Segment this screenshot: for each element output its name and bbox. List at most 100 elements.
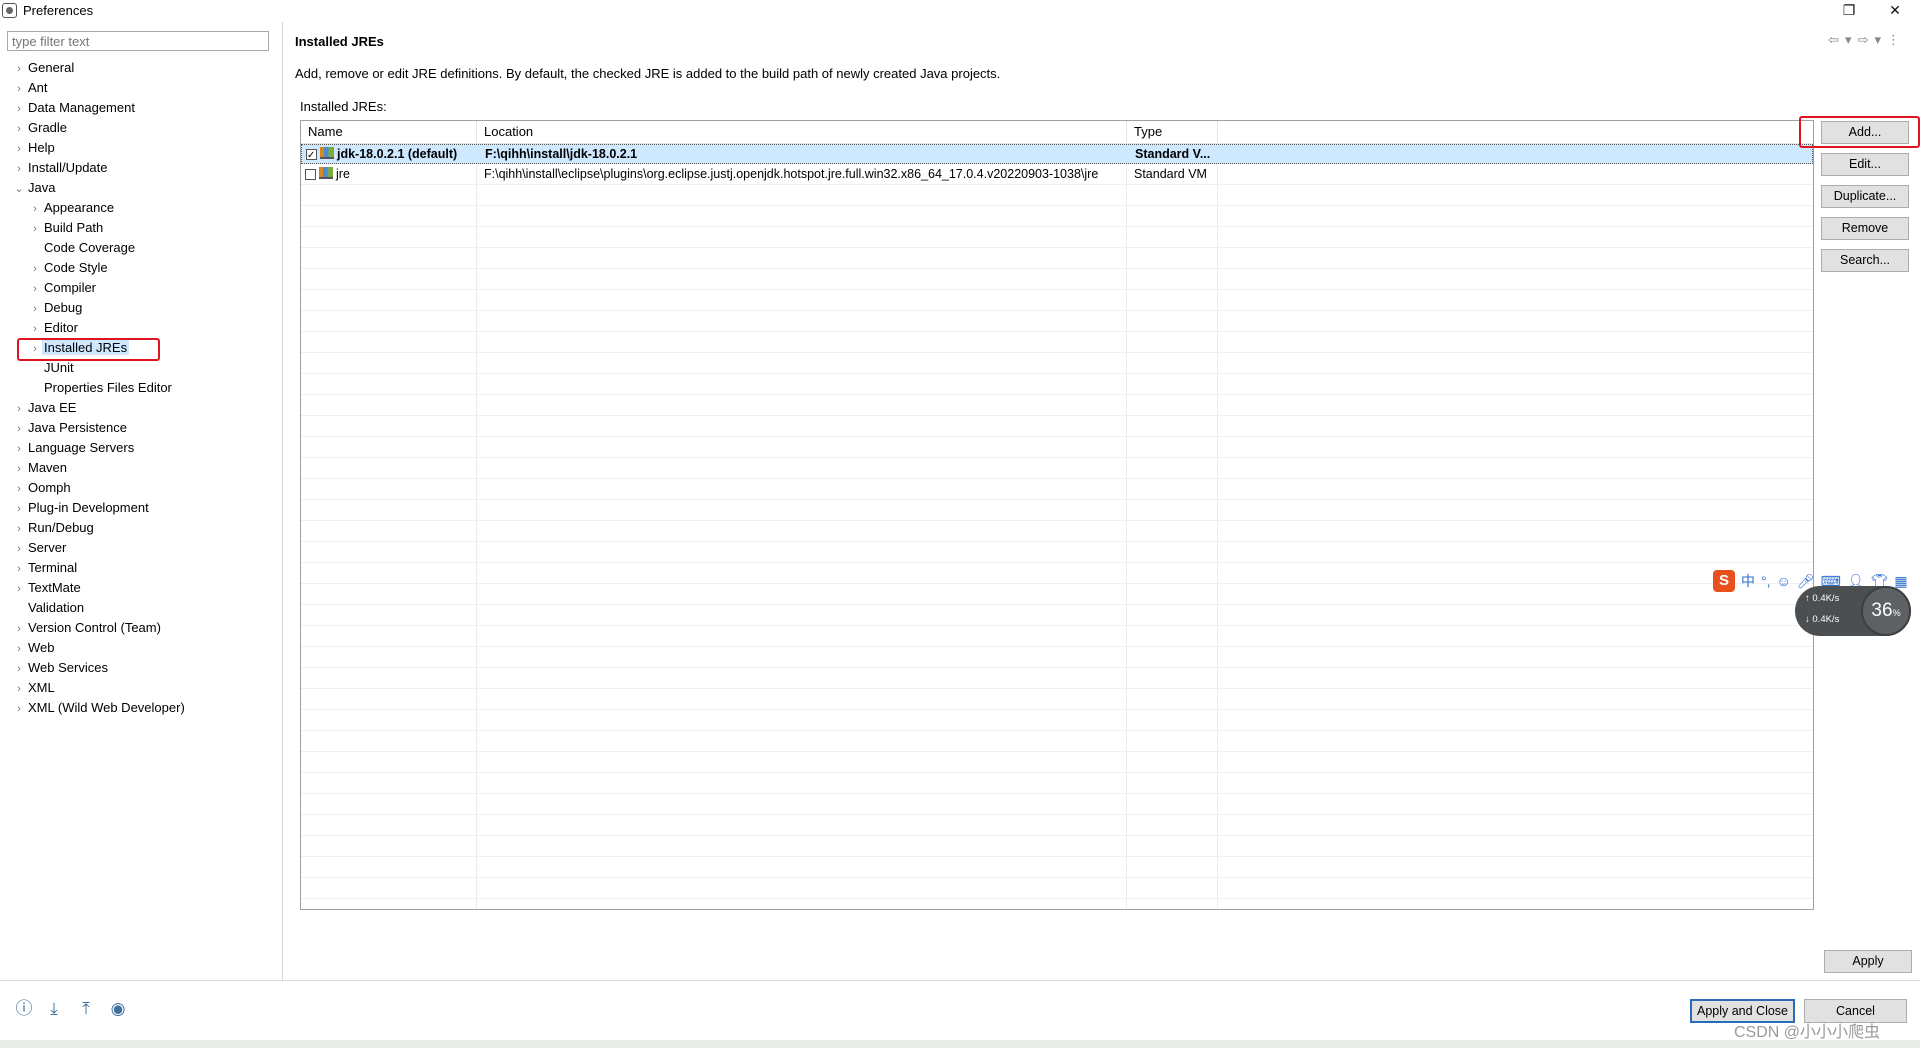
table-row[interactable]: jre F:\qihh\install\eclipse\plugins\org.e… bbox=[301, 165, 1813, 185]
tree-item[interactable]: › Web bbox=[12, 638, 57, 658]
chevron-right-icon[interactable]: › bbox=[28, 259, 42, 279]
oomph-icon[interactable]: ◉ bbox=[108, 999, 128, 1019]
tree-item[interactable]: › Gradle bbox=[12, 118, 69, 138]
filter-input[interactable] bbox=[7, 31, 269, 51]
tree-item[interactable]: › Data Management bbox=[12, 98, 137, 118]
preference-page: Installed JREs ⇦▾⇨▾⋮ Add, remove or edit… bbox=[283, 22, 1920, 980]
chevron-right-icon[interactable]: › bbox=[28, 279, 42, 299]
tree-item[interactable]: ⌄ Java bbox=[12, 178, 57, 198]
tree-item[interactable]: › Appearance bbox=[28, 198, 116, 218]
duplicate-button[interactable]: Duplicate... bbox=[1821, 185, 1909, 208]
help-icon[interactable]: ⓘ bbox=[14, 999, 34, 1019]
tree-item[interactable]: › XML bbox=[12, 678, 57, 698]
column-name[interactable]: Name bbox=[301, 121, 477, 143]
column-location[interactable]: Location bbox=[477, 121, 1127, 143]
tree-item-label: Appearance bbox=[44, 200, 115, 215]
default-jre-checkbox[interactable] bbox=[305, 169, 316, 180]
tree-item[interactable]: › Install/Update bbox=[12, 158, 110, 178]
chevron-right-icon[interactable]: › bbox=[12, 119, 26, 139]
tree-item[interactable]: › Web Services bbox=[12, 658, 110, 678]
tree-item-label: Run/Debug bbox=[28, 520, 94, 535]
tree-item[interactable]: › Editor bbox=[28, 318, 80, 338]
chevron-down-icon[interactable]: ⌄ bbox=[12, 179, 26, 199]
tree-item[interactable]: › Compiler bbox=[28, 278, 98, 298]
page-description: Add, remove or edit JRE definitions. By … bbox=[295, 66, 1001, 81]
chevron-right-icon[interactable]: › bbox=[12, 639, 26, 659]
page-title: Installed JREs bbox=[295, 34, 384, 49]
tree-item-label: Java bbox=[28, 180, 56, 195]
import-icon[interactable]: ⤓ bbox=[44, 999, 64, 1019]
search-button[interactable]: Search... bbox=[1821, 249, 1909, 272]
tree-item[interactable]: › Build Path bbox=[28, 218, 105, 238]
view-menu-icon[interactable]: ⋮ bbox=[1887, 32, 1906, 47]
column-type[interactable]: Type bbox=[1127, 121, 1218, 143]
tree-item[interactable]: › TextMate bbox=[12, 578, 83, 598]
tree-item[interactable]: › Ant bbox=[12, 78, 50, 98]
tree-item[interactable]: › Terminal bbox=[12, 558, 79, 578]
edit-button[interactable]: Edit... bbox=[1821, 153, 1909, 176]
remove-button[interactable]: Remove bbox=[1821, 217, 1909, 240]
jre-table[interactable]: Name Location Type jdk-18.0.2.1 (default… bbox=[300, 120, 1814, 910]
tree-item[interactable]: › Version Control (Team) bbox=[12, 618, 163, 638]
chevron-right-icon[interactable]: › bbox=[12, 419, 26, 439]
tree-item[interactable]: › Debug bbox=[28, 298, 84, 318]
tree-item[interactable]: › Oomph bbox=[12, 478, 73, 498]
close-window-button[interactable]: ✕ bbox=[1872, 0, 1918, 22]
chevron-right-icon[interactable]: › bbox=[28, 219, 42, 239]
restore-window-button[interactable]: ❐ bbox=[1826, 0, 1872, 22]
chevron-right-icon[interactable]: › bbox=[12, 59, 26, 79]
chevron-right-icon[interactable]: › bbox=[12, 579, 26, 599]
chevron-right-icon[interactable]: › bbox=[28, 319, 42, 339]
export-icon[interactable]: ⤒ bbox=[76, 999, 96, 1019]
tree-item-label: Compiler bbox=[44, 280, 97, 295]
default-jre-checkbox[interactable] bbox=[306, 146, 317, 165]
chevron-right-icon[interactable]: › bbox=[12, 539, 26, 559]
chevron-right-icon[interactable]: › bbox=[12, 439, 26, 459]
tree-item[interactable]: › Maven bbox=[12, 458, 69, 478]
tree-item[interactable]: › Plug-in Development bbox=[12, 498, 151, 518]
chevron-right-icon[interactable]: › bbox=[12, 159, 26, 179]
tree-item[interactable]: JUnit bbox=[28, 358, 76, 378]
ime-emoji-icon[interactable]: ☺ bbox=[1777, 573, 1791, 589]
back-dropdown-icon[interactable]: ▾ bbox=[1845, 32, 1858, 47]
tree-item[interactable]: Validation bbox=[12, 598, 86, 618]
chevron-right-icon[interactable]: › bbox=[12, 679, 26, 699]
chevron-right-icon[interactable]: › bbox=[12, 139, 26, 159]
forward-dropdown-icon[interactable]: ▾ bbox=[1874, 32, 1887, 47]
tree-item[interactable]: › Language Servers bbox=[12, 438, 136, 458]
forward-icon[interactable]: ⇨ bbox=[1858, 32, 1875, 47]
add-button[interactable]: Add... bbox=[1821, 121, 1909, 144]
chevron-right-icon[interactable]: › bbox=[12, 519, 26, 539]
tree-item[interactable]: › Help bbox=[12, 138, 57, 158]
chevron-right-icon[interactable]: › bbox=[12, 399, 26, 419]
ime-menu-icon[interactable]: ▦ bbox=[1894, 573, 1907, 590]
tree-item-label: Java EE bbox=[28, 400, 77, 415]
chevron-right-icon[interactable]: › bbox=[12, 559, 26, 579]
tree-item[interactable]: › General bbox=[12, 58, 76, 78]
back-icon[interactable]: ⇦ bbox=[1828, 32, 1845, 47]
chevron-right-icon[interactable]: › bbox=[12, 479, 26, 499]
apply-button[interactable]: Apply bbox=[1824, 950, 1912, 973]
tree-item[interactable]: Properties Files Editor bbox=[28, 378, 174, 398]
tree-item[interactable]: › Run/Debug bbox=[12, 518, 96, 538]
chevron-right-icon[interactable]: › bbox=[12, 459, 26, 479]
chevron-right-icon[interactable]: › bbox=[12, 699, 26, 719]
tree-item[interactable]: Code Coverage bbox=[28, 238, 137, 258]
chevron-right-icon[interactable]: › bbox=[12, 659, 26, 679]
chevron-right-icon[interactable]: › bbox=[12, 499, 26, 519]
tree-item[interactable]: › XML (Wild Web Developer) bbox=[12, 698, 187, 718]
chevron-right-icon[interactable]: › bbox=[12, 99, 26, 119]
ime-language-toggle[interactable]: 中 bbox=[1741, 571, 1755, 591]
ime-punctuation-toggle[interactable]: °, bbox=[1761, 573, 1771, 589]
table-row[interactable]: jdk-18.0.2.1 (default) F:\qihh\install\jd… bbox=[301, 144, 1813, 165]
tree-item[interactable]: › Server bbox=[12, 538, 68, 558]
sogou-logo-icon[interactable]: S bbox=[1713, 570, 1735, 592]
tree-item[interactable]: › Java Persistence bbox=[12, 418, 129, 438]
network-speed-widget[interactable]: ↑ 0.4K/s ↓ 0.4K/s 36% bbox=[1795, 586, 1911, 636]
tree-item[interactable]: › Java EE bbox=[12, 398, 78, 418]
chevron-right-icon[interactable]: › bbox=[28, 299, 42, 319]
chevron-right-icon[interactable]: › bbox=[12, 79, 26, 99]
tree-item[interactable]: › Code Style bbox=[28, 258, 110, 278]
chevron-right-icon[interactable]: › bbox=[28, 199, 42, 219]
chevron-right-icon[interactable]: › bbox=[12, 619, 26, 639]
